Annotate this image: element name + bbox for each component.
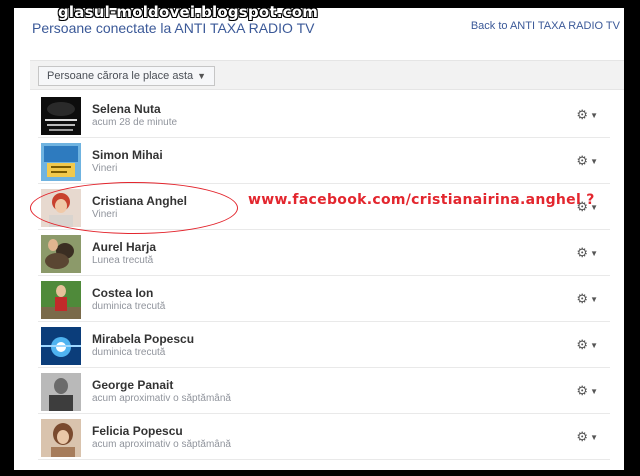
timestamp: duminica trecută <box>92 301 166 312</box>
list-item[interactable]: Mirabela Popescu duminica trecută ⚙ ▼ <box>38 322 610 368</box>
person-name[interactable]: Felicia Popescu <box>92 424 183 438</box>
filter-toolbar: Persoane cărora le place asta ▼ <box>30 60 624 90</box>
person-name[interactable]: Costea Ion <box>92 286 153 300</box>
gear-icon: ⚙ <box>576 245 589 260</box>
page-title: Persoane conectate la ANTI TAXA RADIO TV <box>32 20 315 36</box>
chevron-down-icon: ▼ <box>590 340 598 350</box>
facebook-page-panel: Persoane conectate la ANTI TAXA RADIO TV… <box>14 8 628 470</box>
avatar[interactable] <box>41 143 81 181</box>
timestamp: acum aproximativ o săptămână <box>92 393 231 404</box>
person-name[interactable]: Selena Nuta <box>92 102 161 116</box>
watermark-text: glasul-moldovei.blogspot.com <box>58 3 319 21</box>
avatar[interactable] <box>41 235 81 273</box>
timestamp: Vineri <box>92 163 118 174</box>
person-name[interactable]: Mirabela Popescu <box>92 332 194 346</box>
people-list: Selena Nuta acum 28 de minute ⚙ ▼ Simon … <box>38 92 610 460</box>
list-item[interactable]: Selena Nuta acum 28 de minute ⚙ ▼ <box>38 92 610 138</box>
chevron-down-icon: ▼ <box>590 248 598 258</box>
page-header: Persoane conectate la ANTI TAXA RADIO TV… <box>30 20 620 50</box>
avatar[interactable] <box>41 97 81 135</box>
chevron-down-icon: ▼ <box>590 432 598 442</box>
row-settings-button[interactable]: ⚙ ▼ <box>576 153 598 169</box>
timestamp: acum aproximativ o săptămână <box>92 439 231 450</box>
back-link[interactable]: Back to ANTI TAXA RADIO TV <box>471 20 620 32</box>
person-name[interactable]: George Panait <box>92 378 173 392</box>
avatar[interactable] <box>41 327 81 365</box>
row-settings-button[interactable]: ⚙ ▼ <box>576 245 598 261</box>
row-settings-button[interactable]: ⚙ ▼ <box>576 429 598 445</box>
chevron-down-icon: ▼ <box>590 386 598 396</box>
row-settings-button[interactable]: ⚙ ▼ <box>576 337 598 353</box>
gear-icon: ⚙ <box>576 107 589 122</box>
row-settings-button[interactable]: ⚙ ▼ <box>576 383 598 399</box>
avatar[interactable] <box>41 419 81 457</box>
row-settings-button[interactable]: ⚙ ▼ <box>576 107 598 123</box>
highlight-ellipse <box>30 182 238 234</box>
person-name[interactable]: Simon Mihai <box>92 148 163 162</box>
row-settings-button[interactable]: ⚙ ▼ <box>576 291 598 307</box>
timestamp: Lunea trecută <box>92 255 154 266</box>
people-filter-dropdown[interactable]: Persoane cărora le place asta ▼ <box>38 66 216 86</box>
chevron-down-icon: ▼ <box>590 110 598 120</box>
list-item[interactable]: George Panait acum aproximativ o săptămâ… <box>38 368 610 414</box>
filter-label: Persoane cărora le place asta <box>47 70 194 82</box>
chevron-down-icon: ▼ <box>590 294 598 304</box>
border-strip <box>624 0 640 476</box>
gear-icon: ⚙ <box>576 429 589 444</box>
list-item[interactable]: Costea Ion duminica trecută ⚙ ▼ <box>38 276 610 322</box>
gear-icon: ⚙ <box>576 383 589 398</box>
avatar[interactable] <box>41 373 81 411</box>
gear-icon: ⚙ <box>576 291 589 306</box>
gear-icon: ⚙ <box>576 153 589 168</box>
avatar[interactable] <box>41 281 81 319</box>
chevron-down-icon: ▼ <box>197 71 207 81</box>
annotation-text: www.facebook.com/cristianairina.anghel ? <box>248 192 595 208</box>
list-item[interactable]: Aurel Harja Lunea trecută ⚙ ▼ <box>38 230 610 276</box>
list-item[interactable]: Felicia Popescu acum aproximativ o săptă… <box>38 414 610 460</box>
timestamp: duminica trecută <box>92 347 166 358</box>
chevron-down-icon: ▼ <box>590 156 598 166</box>
gear-icon: ⚙ <box>576 337 589 352</box>
list-item[interactable]: Simon Mihai Vineri ⚙ ▼ <box>38 138 610 184</box>
timestamp: acum 28 de minute <box>92 117 178 128</box>
person-name[interactable]: Aurel Harja <box>92 240 156 254</box>
